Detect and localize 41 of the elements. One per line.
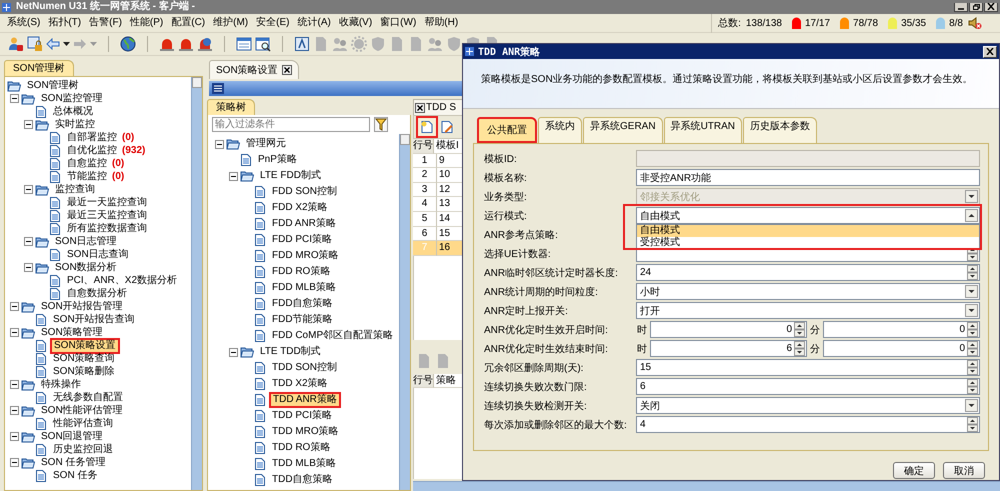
field-label: 模板ID: xyxy=(484,152,518,166)
unit-label: 时 xyxy=(636,342,648,356)
field-label: ANR定时上报开关: xyxy=(484,304,569,318)
unit-label: 分 xyxy=(809,324,821,336)
row-number: 5 xyxy=(413,212,437,227)
unit-label: 时 xyxy=(636,324,648,336)
row-number: 7 xyxy=(413,241,437,256)
alarm-count: 35/35 xyxy=(901,18,926,28)
field-label: ANR优化定时生效开启时间: xyxy=(484,324,609,336)
description-text: 策略模板是SON业务功能的参数配置模板。通过策略设置功能，将模板关联到基站或小区后设置参数才会生效。 xyxy=(481,73,974,87)
total-label: 总数: xyxy=(718,16,741,30)
row-number: 3 xyxy=(413,182,437,198)
row-number: 6 xyxy=(413,226,437,242)
field-label: 连续切换失败检测开关: xyxy=(484,400,588,412)
field-label: 模板名称: xyxy=(484,172,528,184)
unit-label: 分 xyxy=(809,342,821,356)
row-number: 4 xyxy=(413,197,437,212)
alarm-count: 17/17 xyxy=(805,18,830,28)
row-number: 1 xyxy=(413,154,437,168)
field-label: ANR临时邻区统计定时器长度: xyxy=(484,266,619,280)
field-label: 每次添加或删除邻区的最大个数: xyxy=(484,418,628,432)
field-label: 连续切换失败次数门限: xyxy=(484,380,588,394)
tab-label: TDD S xyxy=(426,102,456,113)
total-count: 138/138 xyxy=(746,18,782,28)
alert-count: (0) xyxy=(122,132,134,143)
alarm-count: 78/78 xyxy=(853,18,878,28)
field-label: ANR参考点策略: xyxy=(484,228,559,242)
alert-count: (0) xyxy=(112,171,124,182)
tab-label: SON策略设置 xyxy=(216,64,278,77)
field-label: 业务类型: xyxy=(484,190,528,204)
alarm-count: 8/8 xyxy=(949,18,963,28)
dialog-title: TDD ANR策略 xyxy=(478,46,540,58)
field-label: 选择UE计数器: xyxy=(484,248,552,260)
field-label: ANR统计周期的时间粒度: xyxy=(484,286,599,298)
alert-count: (0) xyxy=(112,158,124,169)
field-label: 运行模式: xyxy=(484,210,528,222)
alert-count: (932) xyxy=(122,145,146,156)
window-title: NetNumen U31 统一网管系统 - 客户端 - xyxy=(15,0,196,14)
field-label: ANR优化定时生效结束时间: xyxy=(484,342,609,356)
row-number: 2 xyxy=(413,168,437,183)
field-label: 冗余邻区删除周期(天): xyxy=(484,362,584,374)
